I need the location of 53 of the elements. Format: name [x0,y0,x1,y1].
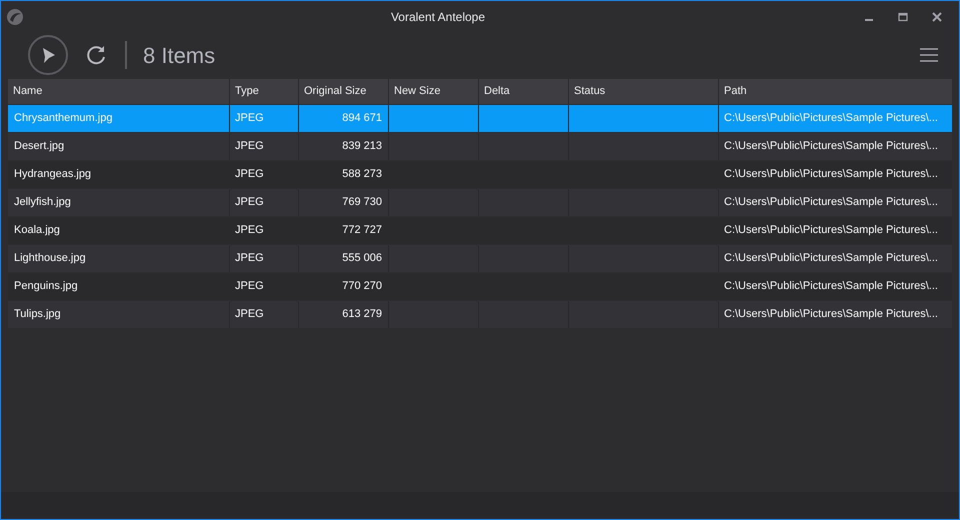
refresh-icon [84,43,108,67]
table-cell-text: Hydrangeas.jpg [14,167,92,182]
table-cell-text: JPEG [235,167,264,182]
table-cell-text: C:\Users\Public\Pictures\Sample Pictures\... [724,111,938,126]
item-count: 8 Items [143,42,216,70]
table-cell-text: C:\Users\Public\Pictures\Sample Pictures\... [724,307,938,322]
column-header[interactable]: Type [229,79,298,104]
menu-icon [920,48,938,62]
table-cell-text: 772 727 [342,223,382,238]
table-cell-text: Koala.jpg [14,223,60,238]
table-cell-text: Desert.jpg [14,139,64,154]
table-cell-text: Chrysanthemum.jpg [14,111,112,126]
table-cell-text: 588 273 [342,167,382,182]
menu-button[interactable] [919,47,939,63]
table-cell-text: 839 213 [342,139,382,154]
window-title: Voralent Antelope [390,8,486,26]
table-cell-text: JPEG [235,279,264,294]
table-cell-text: C:\Users\Public\Pictures\Sample Pictures\... [724,279,938,294]
table-cell-text: C:\Users\Public\Pictures\Sample Pictures\... [724,251,938,266]
play-button[interactable] [28,35,68,75]
table-cell-text: JPEG [235,251,264,266]
table-cell-text: Jellyfish.jpg [14,195,71,210]
table-cell-text: Tulips.jpg [14,307,61,322]
app-logo-icon [6,8,24,26]
table-cell-text: C:\Users\Public\Pictures\Sample Pictures\... [724,195,938,210]
table-cell-text: JPEG [235,307,264,322]
minimize-icon [865,19,873,21]
column-header[interactable]: Path [718,79,952,104]
table-cell-text: JPEG [235,139,264,154]
table-cell-text: C:\Users\Public\Pictures\Sample Pictures\... [724,139,938,154]
table-row[interactable]: Lighthouse.jpg JPEG 555 006 C:\Users\Public\Pictures\Sample Pictures\... [8,245,952,272]
table-cell-text: 555 006 [342,251,382,266]
column-header[interactable]: New Size [388,79,478,104]
table-row[interactable]: Desert.jpg JPEG 839 213 C:\Users\Public\Pictures\Sample Pictures\... [8,133,952,160]
table-cell-text: 769 730 [342,195,382,210]
column-header[interactable]: Status [568,79,718,104]
column-header[interactable]: Delta [478,79,568,104]
table-cell-text: C:\Users\Public\Pictures\Sample Pictures\... [724,167,938,182]
table-cell-text: Penguins.jpg [14,279,78,294]
table-cell-text: 613 279 [342,307,382,322]
table-cell-text: JPEG [235,111,264,126]
column-header[interactable]: Original Size [298,79,388,104]
table-cell-text: 894 671 [342,111,382,126]
table-row[interactable]: Tulips.jpg JPEG 613 279 C:\Users\Public\Pictures\Sample Pictures\... [8,301,952,328]
table-cell-text: 770 270 [342,279,382,294]
maximize-icon [898,12,908,22]
table-cell-text: C:\Users\Public\Pictures\Sample Pictures\... [724,223,938,238]
close-icon [932,12,942,22]
column-header[interactable]: Name [8,79,229,104]
table-cell-text: JPEG [235,223,264,238]
table-cell-text: JPEG [235,195,264,210]
table-row[interactable]: Jellyfish.jpg JPEG 769 730 C:\Users\Public\Pictures\Sample Pictures\... [8,189,952,216]
table-cell-text: Lighthouse.jpg [14,251,86,266]
